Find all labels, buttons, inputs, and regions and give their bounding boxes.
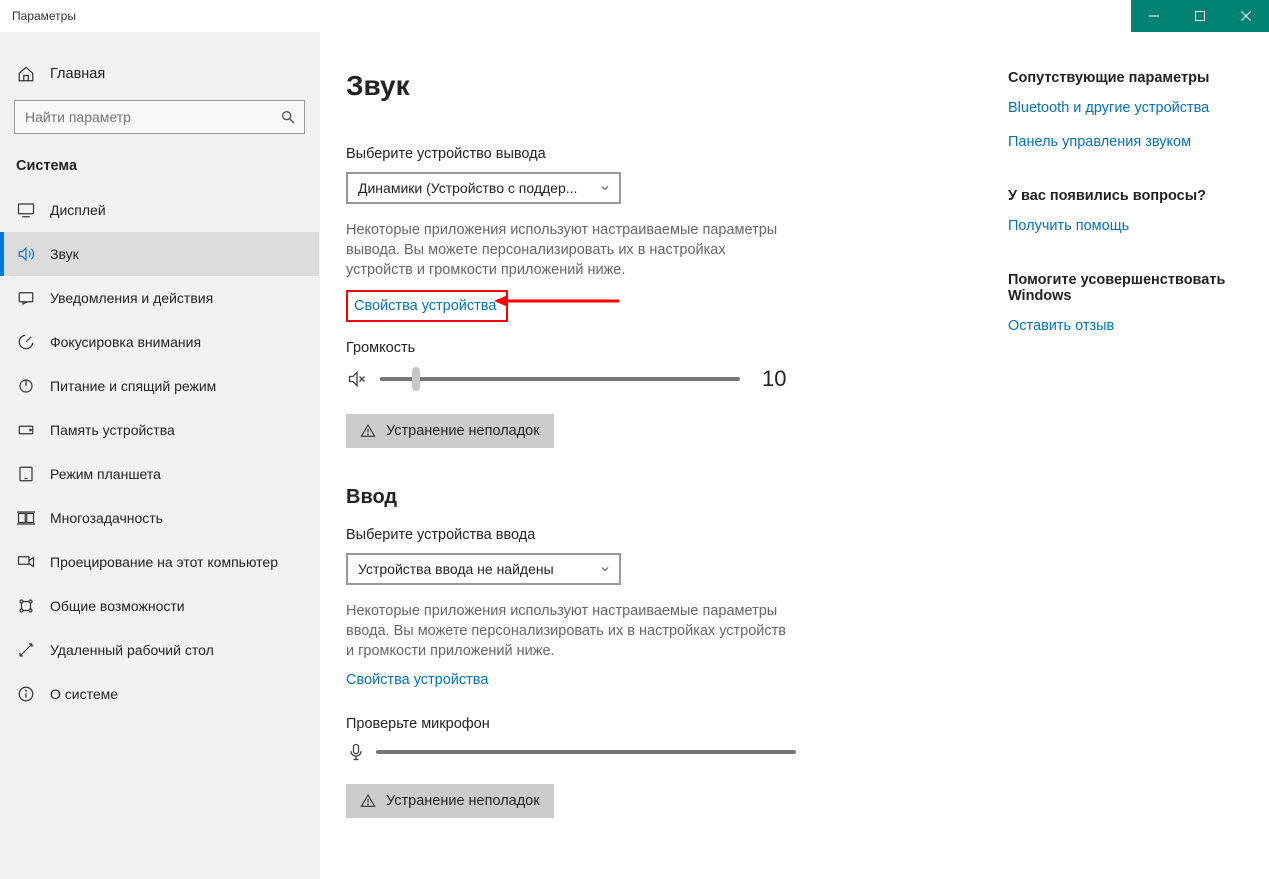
sidebar-item-multitask[interactable]: Многозадачность [0, 496, 319, 540]
notification-icon [16, 288, 36, 308]
input-device-properties-link[interactable]: Свойства устройства [346, 672, 488, 688]
close-button[interactable] [1223, 0, 1269, 32]
microphone-icon [346, 742, 366, 762]
sidebar-item-label: Фокусировка внимания [50, 334, 201, 350]
shared-icon [16, 596, 36, 616]
sidebar-item-sound[interactable]: Звук [0, 232, 319, 276]
search-field[interactable] [25, 109, 280, 125]
sidebar-item-label: Дисплей [50, 202, 106, 218]
sidebar-item-label: Уведомления и действия [50, 290, 213, 306]
volume-mute-icon[interactable] [346, 368, 368, 390]
sidebar-item-label: Память устройства [50, 422, 175, 438]
volume-value: 10 [762, 366, 786, 392]
page-title: Звук [346, 70, 980, 102]
sidebar: Главная Система Дисплей Звук Уведомления… [0, 32, 320, 879]
input-device-label: Выберите устройства ввода [346, 527, 980, 543]
project-icon [16, 552, 36, 572]
troubleshoot-label: Устранение неполадок [386, 423, 540, 439]
mic-test-label: Проверьте микрофон [346, 716, 980, 732]
sidebar-item-notifications[interactable]: Уведомления и действия [0, 276, 319, 320]
display-icon [16, 200, 36, 220]
sound-icon [16, 244, 36, 264]
chevron-down-icon [599, 182, 611, 194]
sidebar-item-label: Режим планшета [50, 466, 161, 482]
volume-slider-thumb[interactable] [412, 367, 420, 391]
remote-icon [16, 640, 36, 660]
multitask-icon [16, 508, 36, 528]
sidebar-item-label: Удаленный рабочий стол [50, 642, 214, 658]
sidebar-heading: Система [0, 152, 319, 188]
related-link-bluetooth[interactable]: Bluetooth и другие устройства [1008, 100, 1249, 116]
input-device-select[interactable]: Устройства ввода не найдены [346, 553, 621, 585]
titlebar-controls [1131, 0, 1269, 32]
sidebar-item-label: Многозадачность [50, 510, 163, 526]
sidebar-item-project[interactable]: Проецирование на этот компьютер [0, 540, 319, 584]
volume-slider[interactable] [380, 377, 740, 381]
sidebar-item-label: О системе [50, 686, 118, 702]
mic-level-bar [376, 750, 796, 754]
input-section-title: Ввод [346, 486, 980, 509]
output-device-select[interactable]: Динамики (Устройство с поддер... [346, 172, 621, 204]
minimize-button[interactable] [1131, 0, 1177, 32]
sidebar-item-label: Звук [50, 246, 79, 262]
annotation-arrow [494, 286, 624, 316]
focus-icon [16, 332, 36, 352]
related-link-sound-panel[interactable]: Панель управления звуком [1008, 134, 1249, 150]
improve-title: Помогите усовершенствовать Windows [1008, 272, 1249, 304]
chevron-down-icon [599, 563, 611, 575]
volume-label: Громкость [346, 340, 980, 356]
questions-title: У вас появились вопросы? [1008, 188, 1249, 204]
input-device-value: Устройства ввода не найдены [358, 561, 554, 577]
sidebar-item-storage[interactable]: Память устройства [0, 408, 319, 452]
power-icon [16, 376, 36, 396]
sidebar-item-label: Проецирование на этот компьютер [50, 554, 278, 570]
storage-icon [16, 420, 36, 440]
sidebar-item-label: Питание и спящий режим [50, 378, 216, 394]
info-icon [16, 684, 36, 704]
output-troubleshoot-button[interactable]: Устранение неполадок [346, 414, 554, 448]
troubleshoot-label: Устранение неполадок [386, 793, 540, 809]
output-device-properties-link[interactable]: Свойства устройства [346, 290, 508, 322]
output-device-label: Выберите устройство вывода [346, 146, 980, 162]
home-icon [16, 64, 36, 84]
input-description: Некоторые приложения используют настраив… [346, 601, 796, 661]
related-title: Сопутствующие параметры [1008, 70, 1249, 86]
input-troubleshoot-button[interactable]: Устранение неполадок [346, 784, 554, 818]
maximize-button[interactable] [1177, 0, 1223, 32]
aside-panel: Сопутствующие параметры Bluetooth и друг… [980, 32, 1269, 879]
titlebar: Параметры [0, 0, 1269, 32]
sidebar-item-remote[interactable]: Удаленный рабочий стол [0, 628, 319, 672]
output-device-value: Динамики (Устройство с поддер... [358, 180, 577, 196]
home-link[interactable]: Главная [0, 56, 319, 94]
get-help-link[interactable]: Получить помощь [1008, 218, 1249, 234]
search-icon [280, 109, 296, 125]
output-description: Некоторые приложения используют настраив… [346, 220, 796, 280]
sidebar-item-power[interactable]: Питание и спящий режим [0, 364, 319, 408]
sidebar-item-tablet[interactable]: Режим планшета [0, 452, 319, 496]
main-content: Звук Выберите устройство вывода Динамики… [320, 32, 980, 879]
sidebar-item-shared[interactable]: Общие возможности [0, 584, 319, 628]
window-title: Параметры [12, 9, 76, 23]
search-input[interactable] [14, 100, 305, 134]
warning-icon [360, 793, 376, 809]
tablet-icon [16, 464, 36, 484]
warning-icon [360, 423, 376, 439]
sidebar-item-display[interactable]: Дисплей [0, 188, 319, 232]
sidebar-item-focus[interactable]: Фокусировка внимания [0, 320, 319, 364]
feedback-link[interactable]: Оставить отзыв [1008, 318, 1249, 334]
home-label: Главная [50, 66, 105, 82]
sidebar-item-about[interactable]: О системе [0, 672, 319, 716]
sidebar-item-label: Общие возможности [50, 598, 185, 614]
